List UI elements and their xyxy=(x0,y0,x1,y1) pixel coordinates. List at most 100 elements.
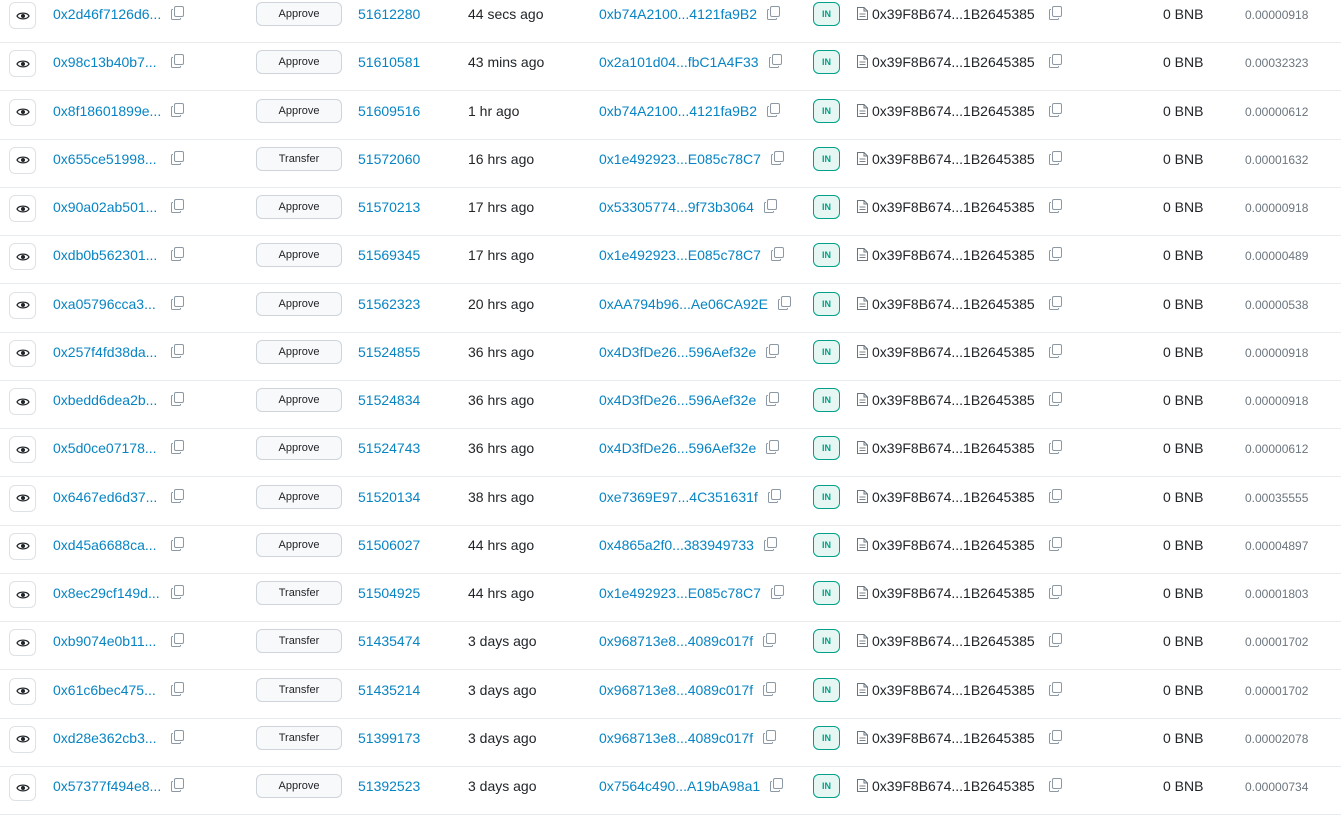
copy-to-address-button[interactable] xyxy=(1049,6,1062,25)
block-link[interactable]: 51524834 xyxy=(358,390,420,410)
method-badge[interactable]: Approve xyxy=(256,291,342,316)
copy-tx-hash-button[interactable] xyxy=(171,54,184,73)
copy-tx-hash-button[interactable] xyxy=(171,488,184,508)
view-details-button[interactable] xyxy=(9,243,36,271)
copy-from-address-button[interactable] xyxy=(766,440,779,459)
copy-tx-hash-button[interactable] xyxy=(171,295,184,315)
to-address-link[interactable]: 0x39F8B674...1B2645385 xyxy=(872,52,1035,72)
tx-hash-link[interactable]: 0x5d0ce07178... xyxy=(53,438,157,458)
copy-from-address-button[interactable] xyxy=(778,295,791,315)
from-address-link[interactable]: 0x968713e8...4089c017f xyxy=(599,680,753,700)
tx-hash-link[interactable]: 0xdb0b562301... xyxy=(53,245,157,265)
copy-from-address-button[interactable] xyxy=(771,150,784,170)
block-link[interactable]: 51610581 xyxy=(358,52,420,72)
copy-to-address-button[interactable] xyxy=(1049,392,1062,411)
block-link[interactable]: 51506027 xyxy=(358,535,420,555)
method-badge[interactable]: Transfer xyxy=(256,581,342,605)
tx-hash-link[interactable]: 0x655ce51998... xyxy=(53,149,157,169)
view-details-button[interactable] xyxy=(9,484,36,512)
view-details-button[interactable] xyxy=(9,436,36,464)
copy-from-address-button[interactable] xyxy=(767,102,780,122)
copy-tx-hash-button[interactable] xyxy=(171,778,184,797)
from-address-link[interactable]: 0xe7369E97...4C351631f xyxy=(599,487,758,507)
from-address-link[interactable]: 0x4D3fDe26...596Aef32e xyxy=(599,342,756,362)
method-badge[interactable]: Approve xyxy=(256,388,342,412)
from-address-link[interactable]: 0x968713e8...4089c017f xyxy=(599,728,753,748)
copy-to-address-button[interactable] xyxy=(1049,54,1062,73)
method-badge[interactable]: Transfer xyxy=(256,677,342,702)
to-address-link[interactable]: 0x39F8B674...1B2645385 xyxy=(872,535,1035,555)
block-link[interactable]: 51572060 xyxy=(358,149,420,169)
from-address-link[interactable]: 0x7564c490...A19bA98a1 xyxy=(599,776,760,796)
view-details-button[interactable] xyxy=(9,2,36,29)
view-details-button[interactable] xyxy=(9,291,36,319)
copy-to-address-button[interactable] xyxy=(1049,247,1062,266)
copy-to-address-button[interactable] xyxy=(1049,440,1062,459)
method-badge[interactable]: Approve xyxy=(256,98,342,123)
method-badge[interactable]: Approve xyxy=(256,339,342,364)
copy-from-address-button[interactable] xyxy=(770,778,783,797)
copy-from-address-button[interactable] xyxy=(764,536,777,556)
copy-to-address-button[interactable] xyxy=(1049,102,1062,122)
copy-tx-hash-button[interactable] xyxy=(171,585,184,604)
tx-hash-link[interactable]: 0x6467ed6d37... xyxy=(53,487,157,507)
view-details-button[interactable] xyxy=(9,725,36,753)
tx-hash-link[interactable]: 0x2d46f7126d6... xyxy=(53,4,161,24)
to-address-link[interactable]: 0x39F8B674...1B2645385 xyxy=(872,4,1035,24)
tx-hash-link[interactable]: 0x57377f494e8... xyxy=(53,776,161,796)
to-address-link[interactable]: 0x39F8B674...1B2645385 xyxy=(872,149,1035,169)
block-link[interactable]: 51524743 xyxy=(358,438,420,458)
view-details-button[interactable] xyxy=(9,146,36,174)
block-link[interactable]: 51609516 xyxy=(358,101,420,121)
method-badge[interactable]: Approve xyxy=(256,243,342,268)
copy-from-address-button[interactable] xyxy=(763,633,776,652)
copy-to-address-button[interactable] xyxy=(1049,295,1062,315)
view-details-button[interactable] xyxy=(9,339,36,367)
block-link[interactable]: 51399173 xyxy=(358,728,420,748)
copy-tx-hash-button[interactable] xyxy=(171,102,184,122)
method-badge[interactable]: Approve xyxy=(256,532,342,557)
to-address-link[interactable]: 0x39F8B674...1B2645385 xyxy=(872,728,1035,748)
tx-hash-link[interactable]: 0x8f18601899e... xyxy=(53,101,161,121)
from-address-link[interactable]: 0x2a101d04...fbC1A4F33 xyxy=(599,52,759,72)
view-details-button[interactable] xyxy=(9,50,36,78)
block-link[interactable]: 51504925 xyxy=(358,583,420,603)
from-address-link[interactable]: 0x1e492923...E085c78C7 xyxy=(599,245,761,265)
to-address-link[interactable]: 0x39F8B674...1B2645385 xyxy=(872,680,1035,700)
view-details-button[interactable] xyxy=(9,195,36,222)
view-details-button[interactable] xyxy=(9,98,36,126)
copy-tx-hash-button[interactable] xyxy=(171,150,184,170)
copy-to-address-button[interactable] xyxy=(1049,729,1062,749)
from-address-link[interactable]: 0x4D3fDe26...596Aef32e xyxy=(599,390,756,410)
copy-tx-hash-button[interactable] xyxy=(171,681,184,701)
to-address-link[interactable]: 0x39F8B674...1B2645385 xyxy=(872,342,1035,362)
block-link[interactable]: 51562323 xyxy=(358,294,420,314)
copy-to-address-button[interactable] xyxy=(1049,681,1062,701)
tx-hash-link[interactable]: 0x98c13b40b7... xyxy=(53,52,157,72)
copy-to-address-button[interactable] xyxy=(1049,488,1062,508)
copy-tx-hash-button[interactable] xyxy=(171,199,184,218)
method-badge[interactable]: Approve xyxy=(256,484,342,509)
copy-from-address-button[interactable] xyxy=(771,247,784,266)
block-link[interactable]: 51435474 xyxy=(358,631,420,651)
copy-to-address-button[interactable] xyxy=(1049,343,1062,363)
copy-tx-hash-button[interactable] xyxy=(171,343,184,363)
block-link[interactable]: 51520134 xyxy=(358,487,420,507)
method-badge[interactable]: Approve xyxy=(256,2,342,26)
method-badge[interactable]: Transfer xyxy=(256,725,342,750)
method-badge[interactable]: Approve xyxy=(256,774,342,798)
copy-from-address-button[interactable] xyxy=(763,729,776,749)
copy-from-address-button[interactable] xyxy=(768,488,781,508)
from-address-link[interactable]: 0x4D3fDe26...596Aef32e xyxy=(599,438,756,458)
tx-hash-link[interactable]: 0xbedd6dea2b... xyxy=(53,390,157,410)
to-address-link[interactable]: 0x39F8B674...1B2645385 xyxy=(872,245,1035,265)
tx-hash-link[interactable]: 0xd28e362cb3... xyxy=(53,728,157,748)
copy-tx-hash-button[interactable] xyxy=(171,536,184,556)
view-details-button[interactable] xyxy=(9,388,36,415)
copy-from-address-button[interactable] xyxy=(766,392,779,411)
to-address-link[interactable]: 0x39F8B674...1B2645385 xyxy=(872,390,1035,410)
method-badge[interactable]: Approve xyxy=(256,436,342,461)
block-link[interactable]: 51435214 xyxy=(358,680,420,700)
copy-to-address-button[interactable] xyxy=(1049,536,1062,556)
tx-hash-link[interactable]: 0xb9074e0b11... xyxy=(53,631,156,651)
